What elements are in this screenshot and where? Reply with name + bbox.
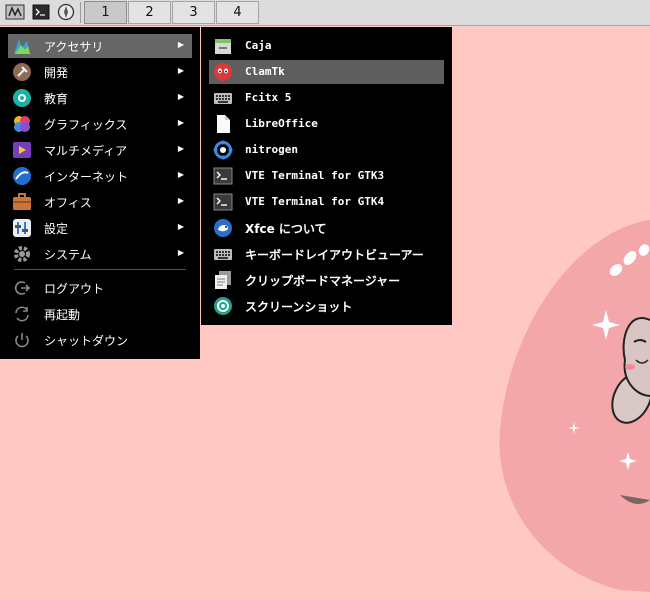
submenu-item-clamtk[interactable]: ClamTk xyxy=(209,60,444,84)
menu-item-education[interactable]: 教育 ▶ xyxy=(8,86,192,110)
internet-icon xyxy=(12,166,32,186)
development-icon xyxy=(12,62,32,82)
menu-item-label: 開発 xyxy=(44,66,69,80)
menu-item-accessories[interactable]: アクセサリ ▶ xyxy=(8,34,192,58)
clamtk-icon xyxy=(213,62,233,82)
terminal-icon xyxy=(213,192,233,212)
submenu-arrow-icon: ▶ xyxy=(177,170,184,179)
wallpaper-mascot xyxy=(499,220,650,592)
office-icon xyxy=(12,192,32,212)
applications-menu: アクセサリ ▶ 開発 ▶ 教育 ▶ グラフィックス ▶ マルチメディア ▶ イン… xyxy=(0,27,200,359)
submenu-item-label: キーボードレイアウトビューアー xyxy=(245,248,424,262)
menu-item-internet[interactable]: インターネット ▶ xyxy=(8,164,192,188)
clipboard-icon xyxy=(213,270,233,290)
workspace-1[interactable]: 1 xyxy=(84,1,127,24)
restart-icon xyxy=(12,304,32,324)
education-icon xyxy=(12,88,32,108)
menu-item-system[interactable]: システム ▶ xyxy=(8,242,192,266)
document-icon xyxy=(213,114,233,134)
menu-item-shutdown[interactable]: シャットダウン xyxy=(8,328,192,352)
menu-item-restart[interactable]: 再起動 xyxy=(8,302,192,326)
menu-item-multimedia[interactable]: マルチメディア ▶ xyxy=(8,138,192,162)
menu-item-label: 再起動 xyxy=(44,308,81,322)
submenu-item-fcitx5[interactable]: Fcitx 5 xyxy=(209,86,444,110)
system-icon xyxy=(12,244,32,264)
multimedia-icon xyxy=(12,140,32,160)
submenu-item-about-xfce[interactable]: Xfce について xyxy=(209,216,444,240)
submenu-item-vte-gtk3[interactable]: VTE Terminal for GTK3 xyxy=(209,164,444,188)
submenu-item-vte-gtk4[interactable]: VTE Terminal for GTK4 xyxy=(209,190,444,214)
launcher-terminal[interactable] xyxy=(30,2,52,22)
menu-separator xyxy=(14,269,186,270)
taskbar-separator xyxy=(80,2,81,23)
taskbar: 1 2 3 4 xyxy=(0,0,650,26)
file-manager-icon xyxy=(213,36,233,56)
menu-item-graphics[interactable]: グラフィックス ▶ xyxy=(8,112,192,136)
submenu-item-label: nitrogen xyxy=(245,143,298,156)
menu-item-settings[interactable]: 設定 ▶ xyxy=(8,216,192,240)
menu-item-label: 教育 xyxy=(44,92,69,106)
menu-item-label: オフィス xyxy=(44,196,92,210)
submenu-item-label: スクリーンショット xyxy=(245,300,353,314)
submenu-arrow-icon: ▶ xyxy=(177,196,184,205)
workspace-4[interactable]: 4 xyxy=(216,1,259,24)
accessories-submenu: Caja ClamTk Fcitx 5 LibreOffice nitrogen… xyxy=(201,27,452,325)
submenu-item-screenshot[interactable]: スクリーンショット xyxy=(209,294,444,318)
submenu-item-keyboard-layout-viewer[interactable]: キーボードレイアウトビューアー xyxy=(209,242,444,266)
xfce-icon xyxy=(213,218,233,238)
submenu-item-label: LibreOffice xyxy=(245,117,318,130)
submenu-item-label: Fcitx 5 xyxy=(245,91,292,104)
launcher-mascot[interactable] xyxy=(4,2,26,22)
menu-item-label: マルチメディア xyxy=(44,144,128,158)
logout-icon xyxy=(12,278,32,298)
submenu-arrow-icon: ▶ xyxy=(177,40,184,49)
submenu-item-label: VTE Terminal for GTK4 xyxy=(245,195,385,208)
submenu-item-label: Xfce について xyxy=(245,222,327,236)
submenu-arrow-icon: ▶ xyxy=(177,222,184,231)
mascot-icon xyxy=(5,4,25,20)
menu-item-label: アクセサリ xyxy=(44,40,104,54)
workspace-2[interactable]: 2 xyxy=(128,1,171,24)
submenu-item-libreoffice[interactable]: LibreOffice xyxy=(209,112,444,136)
submenu-arrow-icon: ▶ xyxy=(177,92,184,101)
submenu-item-label: クリップボードマネージャー xyxy=(245,274,401,288)
graphics-icon xyxy=(12,114,32,134)
menu-item-label: グラフィックス xyxy=(44,118,128,132)
screenshot-icon xyxy=(213,296,233,316)
submenu-arrow-icon: ▶ xyxy=(177,248,184,257)
menu-item-development[interactable]: 開発 ▶ xyxy=(8,60,192,84)
accessories-icon xyxy=(12,36,32,56)
menu-item-label: ログアウト xyxy=(44,282,105,296)
submenu-arrow-icon: ▶ xyxy=(177,144,184,153)
shutdown-icon xyxy=(12,330,32,350)
submenu-item-nitrogen[interactable]: nitrogen xyxy=(209,138,444,162)
terminal-icon xyxy=(213,166,233,186)
menu-item-label: インターネット xyxy=(44,170,129,184)
menu-item-logout[interactable]: ログアウト xyxy=(8,276,192,300)
submenu-arrow-icon: ▶ xyxy=(177,66,184,75)
submenu-item-caja[interactable]: Caja xyxy=(209,34,444,58)
submenu-arrow-icon: ▶ xyxy=(177,118,184,127)
keyboard-icon xyxy=(213,88,233,108)
submenu-item-label: ClamTk xyxy=(245,65,285,78)
nitrogen-icon xyxy=(213,140,233,160)
submenu-item-clipboard-manager[interactable]: クリップボードマネージャー xyxy=(209,268,444,292)
submenu-item-label: VTE Terminal for GTK3 xyxy=(245,169,385,182)
browser-icon xyxy=(57,3,75,21)
submenu-item-label: Caja xyxy=(245,39,272,52)
workspace-3[interactable]: 3 xyxy=(172,1,215,24)
settings-icon xyxy=(12,218,32,238)
menu-item-office[interactable]: オフィス ▶ xyxy=(8,190,192,214)
keyboard-icon xyxy=(213,244,233,264)
launcher-browser[interactable] xyxy=(55,2,77,22)
terminal-icon xyxy=(32,4,50,20)
menu-item-label: シャットダウン xyxy=(44,334,129,348)
menu-item-label: 設定 xyxy=(44,222,69,236)
menu-item-label: システム xyxy=(44,248,92,262)
